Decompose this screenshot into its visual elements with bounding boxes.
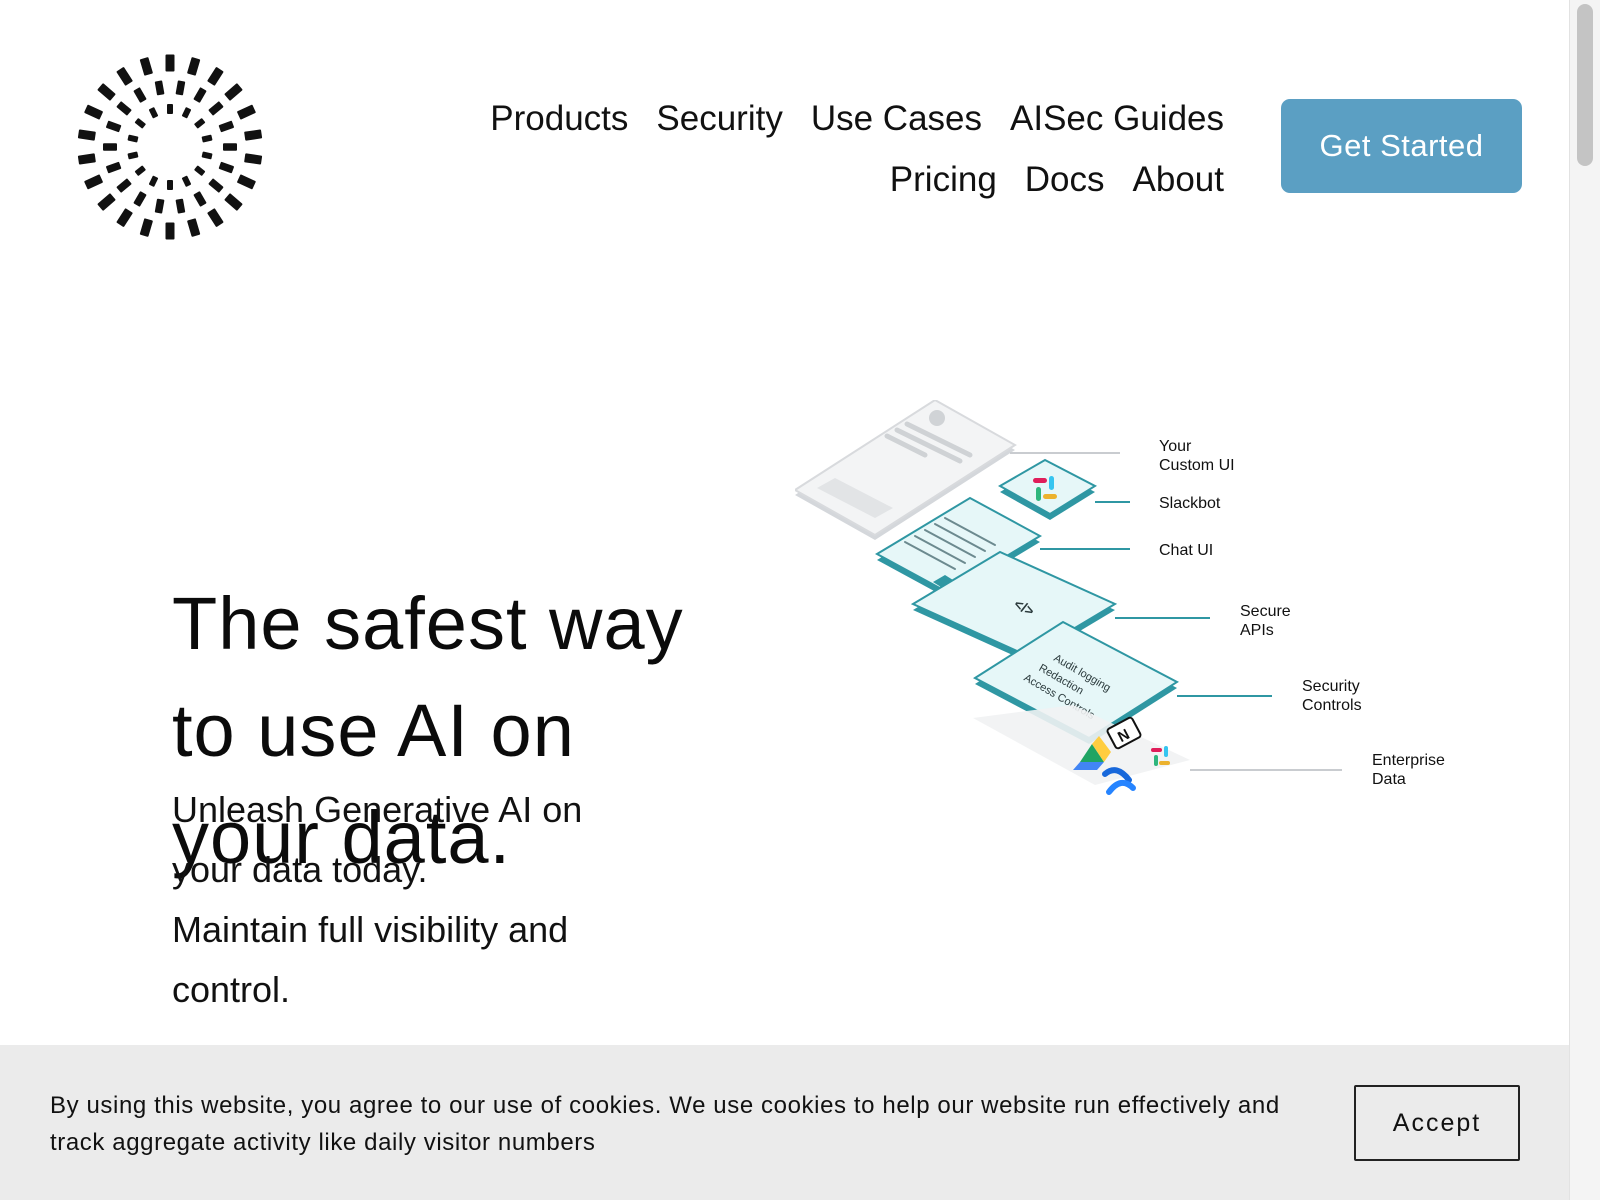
- nav-link-pricing[interactable]: Pricing: [890, 160, 997, 200]
- logo-dash: [127, 134, 139, 143]
- logo-dash: [97, 193, 116, 211]
- logo-dash: [194, 165, 206, 176]
- logo-dash: [77, 129, 96, 141]
- logo-dash: [167, 180, 173, 190]
- accept-cookies-button[interactable]: Accept: [1354, 1085, 1520, 1161]
- diagram-label: Enterprise: [1372, 752, 1445, 769]
- nav-link-security[interactable]: Security: [656, 99, 782, 139]
- logo-dash: [187, 218, 201, 237]
- logo-dash: [154, 198, 165, 214]
- logo-dash: [208, 101, 224, 116]
- logo-dash: [207, 67, 224, 86]
- get-started-button[interactable]: Get Started: [1281, 99, 1522, 193]
- logo-dash: [193, 191, 207, 207]
- logo-dash: [116, 101, 132, 116]
- logo-dash: [133, 87, 147, 103]
- logo-dash: [103, 143, 117, 151]
- logo-dash: [139, 57, 153, 76]
- nav-link-about[interactable]: About: [1133, 160, 1224, 200]
- hero-subtitle-line: Maintain full visibility and: [172, 909, 569, 950]
- cookie-banner: By using this website, you agree to our …: [0, 1045, 1570, 1200]
- logo-dash: [127, 151, 139, 160]
- logo-dash: [133, 191, 147, 207]
- logo-dash: [187, 57, 201, 76]
- nav-link-docs[interactable]: Docs: [1025, 160, 1105, 200]
- hero-subtitle: Unleash Generative AI on your data today…: [172, 780, 652, 1020]
- diagram-label: Custom UI: [1159, 457, 1235, 474]
- logo-dash: [84, 104, 103, 120]
- logo-dash: [165, 54, 175, 72]
- architecture-diagram: </> Audit logging Redaction Access Contr…: [795, 400, 1445, 795]
- logo-dash: [237, 104, 256, 120]
- hero-title-line: to use AI on: [172, 689, 575, 772]
- logo-dash: [223, 143, 237, 151]
- logo-dash: [175, 198, 186, 214]
- logo-dash: [134, 165, 146, 176]
- hero-subtitle-line: your data today.: [172, 849, 428, 890]
- logo-dash: [194, 118, 206, 129]
- logo-dash: [106, 120, 122, 133]
- logo-dash: [167, 104, 173, 114]
- logo-dash: [175, 80, 186, 96]
- nav-row-secondary: Pricing Docs About: [404, 149, 1224, 210]
- logo-dash: [224, 83, 243, 101]
- nav-link-aisec-guides[interactable]: AISec Guides: [1010, 99, 1224, 139]
- logo-dash: [148, 107, 159, 119]
- logo-dash: [224, 193, 243, 211]
- company-logo-icon[interactable]: [70, 47, 270, 247]
- page-scrollbar[interactable]: [1569, 0, 1600, 1200]
- logo-dash: [207, 208, 224, 227]
- logo-dash: [165, 222, 175, 240]
- logo-dash: [181, 175, 192, 187]
- nav-row-primary: Products Security Use Cases AISec Guides: [404, 88, 1224, 149]
- logo-dash: [97, 83, 116, 101]
- hero-subtitle-line: control.: [172, 969, 291, 1010]
- logo-dash: [201, 134, 213, 143]
- logo-dash: [116, 208, 133, 227]
- diagram-label: APIs: [1240, 622, 1274, 639]
- logo-dash: [154, 80, 165, 96]
- diagram-label: Security: [1302, 678, 1360, 695]
- diagram-label: Chat UI: [1159, 542, 1213, 559]
- logo-dash: [218, 161, 234, 174]
- enterprise-data-base: N: [973, 705, 1190, 795]
- logo-dash: [116, 67, 133, 86]
- logo-dash: [106, 161, 122, 174]
- logo-dash: [237, 174, 256, 190]
- diagram-label: Secure: [1240, 603, 1291, 620]
- hero-title-line: The safest way: [172, 582, 684, 665]
- diagram-label: Data: [1372, 771, 1406, 788]
- nav-link-products[interactable]: Products: [490, 99, 628, 139]
- logo-dash: [193, 87, 207, 103]
- logo-dash: [148, 175, 159, 187]
- hero-subtitle-line: Unleash Generative AI on: [172, 789, 583, 830]
- logo-dash: [218, 120, 234, 133]
- logo-dash: [244, 129, 263, 141]
- cookie-banner-text: By using this website, you agree to our …: [50, 1092, 1280, 1156]
- logo-dash: [77, 153, 96, 165]
- logo-dash: [244, 153, 263, 165]
- logo-dash: [139, 218, 153, 237]
- diagram-label: Slackbot: [1159, 495, 1221, 512]
- logo-dash: [84, 174, 103, 190]
- logo-dash: [208, 178, 224, 193]
- scrollbar-thumb[interactable]: [1577, 4, 1593, 166]
- diagram-label: Your: [1159, 438, 1192, 455]
- logo-dash: [201, 151, 213, 160]
- slackbot-tile: [997, 458, 1098, 520]
- logo-dash: [116, 178, 132, 193]
- logo-dash: [134, 118, 146, 129]
- nav-link-use-cases[interactable]: Use Cases: [811, 99, 982, 139]
- main-nav: Products Security Use Cases AISec Guides…: [404, 88, 1224, 210]
- diagram-label: Controls: [1302, 697, 1362, 714]
- logo-dash: [181, 107, 192, 119]
